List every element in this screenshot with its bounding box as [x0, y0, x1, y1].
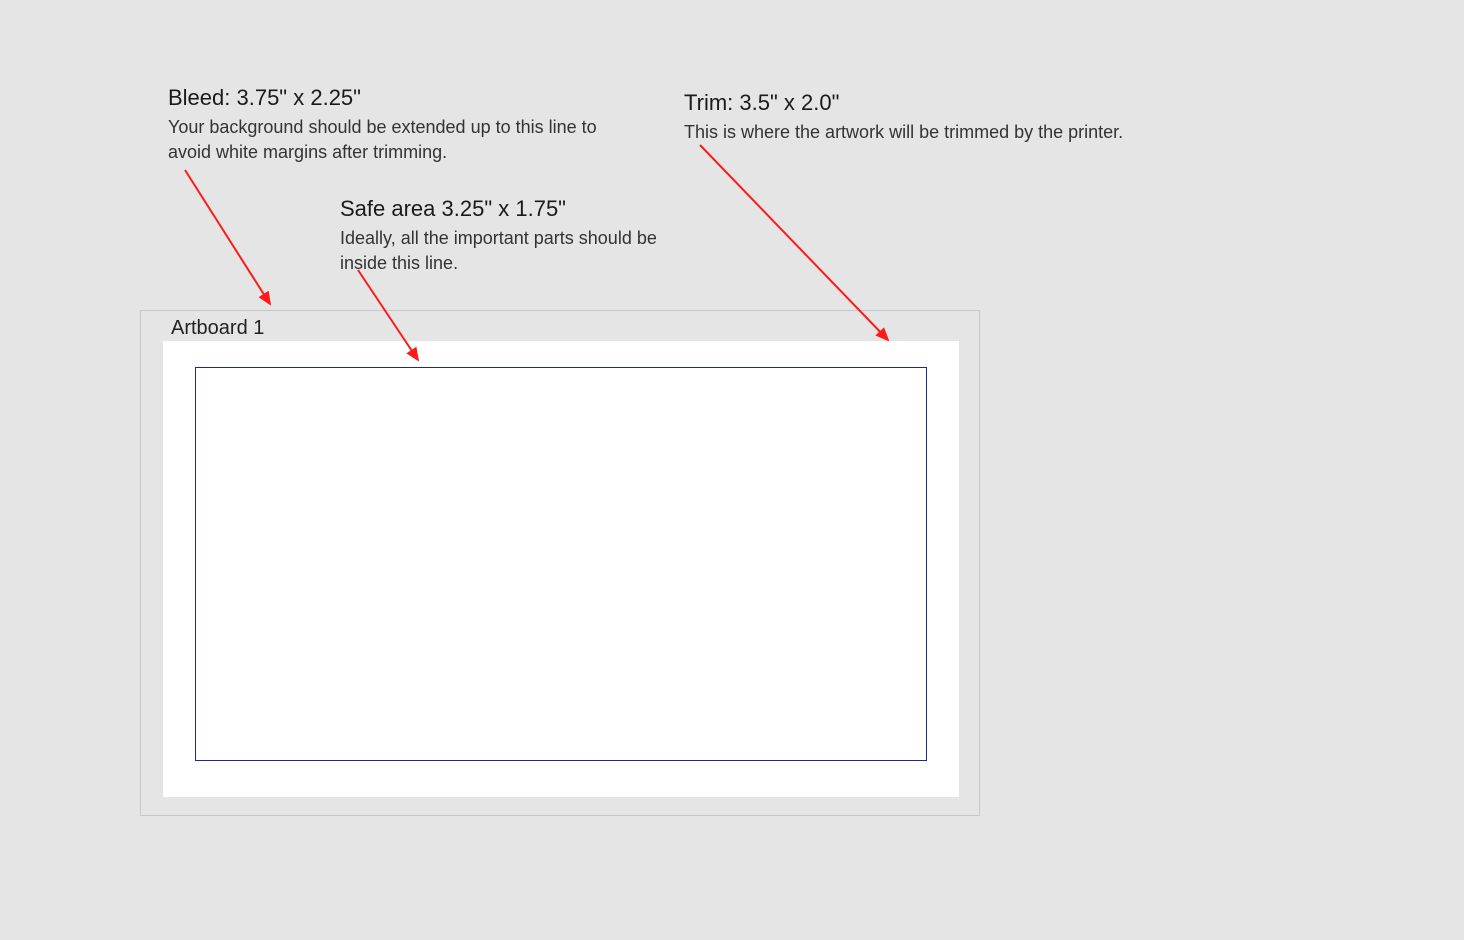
trim-area [195, 367, 927, 761]
safe-annotation-title: Safe area 3.25" x 1.75" [340, 196, 700, 222]
bleed-area [163, 341, 959, 797]
artboard-label: Artboard 1 [171, 317, 264, 340]
trim-annotation-title: Trim: 3.5" x 2.0" [684, 90, 1184, 116]
safe-annotation-description: Ideally, all the important parts should … [340, 226, 700, 276]
bleed-annotation-description: Your background should be extended up to… [168, 115, 608, 165]
safe-annotation: Safe area 3.25" x 1.75" Ideally, all the… [340, 196, 700, 276]
trim-annotation: Trim: 3.5" x 2.0" This is where the artw… [684, 90, 1184, 145]
safe-area [203, 375, 921, 755]
trim-annotation-description: This is where the artwork will be trimme… [684, 120, 1184, 145]
bleed-annotation: Bleed: 3.75" x 2.25" Your background sho… [168, 85, 608, 165]
bleed-arrow-icon [185, 170, 270, 304]
bleed-annotation-title: Bleed: 3.75" x 2.25" [168, 85, 608, 111]
artboard-container: Artboard 1 [140, 310, 980, 816]
